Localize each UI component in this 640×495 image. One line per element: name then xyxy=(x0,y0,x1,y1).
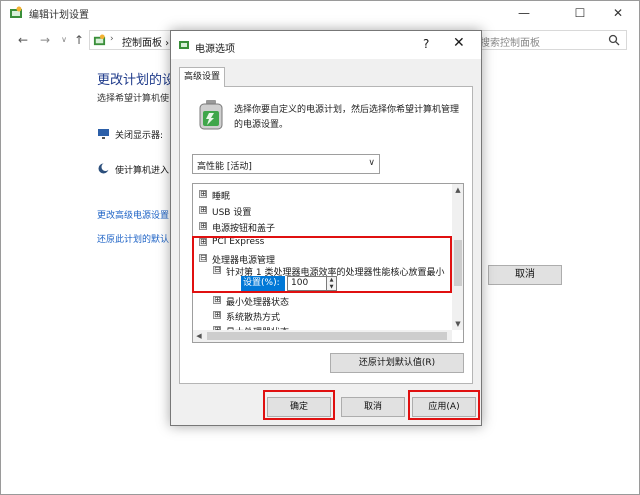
restore-plan-defaults-link[interactable]: 还原此计划的默认 xyxy=(97,232,169,245)
forward-button[interactable]: → xyxy=(37,29,53,51)
help-button[interactable]: ? xyxy=(423,37,429,51)
tree-item-label: 系统散热方式 xyxy=(226,313,281,323)
expand-icon[interactable]: ⊞ xyxy=(199,222,207,230)
vertical-scroll-thumb[interactable] xyxy=(454,240,462,286)
search-input[interactable]: 搜索控制面板 xyxy=(473,30,627,50)
background-cancel-button[interactable]: 取消 xyxy=(488,265,562,285)
restore-plan-defaults-button[interactable]: 还原计划默认值(R) xyxy=(330,353,464,373)
tree-item-label: PCI Express xyxy=(212,237,265,247)
battery-icon xyxy=(199,100,223,130)
control-panel-icon xyxy=(93,34,106,46)
display-icon xyxy=(98,129,109,139)
title-bar: 编辑计划设置 — ☐ ✕ xyxy=(1,1,639,25)
tree-item-label: 睡眠 xyxy=(212,192,231,202)
power-options-icon xyxy=(179,41,189,49)
turn-off-display-label: 关闭显示器: xyxy=(115,131,164,141)
control-panel-icon xyxy=(10,6,22,18)
vertical-scrollbar[interactable]: ▲ ▼ xyxy=(452,184,463,330)
scroll-down-icon[interactable]: ▼ xyxy=(452,318,463,330)
expand-icon[interactable]: ⊞ xyxy=(213,296,221,304)
power-settings-tree[interactable]: ⊞ 睡眠 ⊞ USB 设置 ⊞ 电源按钮和盖子 ⊞ PCI Express ⊟ … xyxy=(192,183,464,343)
window-title: 编辑计划设置 xyxy=(29,10,89,21)
power-plan-select[interactable]: 高性能 [活动] ∨ xyxy=(192,154,380,174)
setting-percent-label: 设置(%): xyxy=(241,276,285,291)
dialog-close-button[interactable]: ✕ xyxy=(453,35,465,51)
search-icon xyxy=(608,34,620,46)
tree-item-label: 最小处理器状态 xyxy=(226,298,290,308)
tab-advanced-settings[interactable]: 高级设置 xyxy=(179,67,225,87)
minimize-button[interactable]: — xyxy=(501,1,547,25)
back-button[interactable]: ← xyxy=(15,29,31,51)
spin-up-icon[interactable]: ▲ xyxy=(327,277,336,284)
sleep-moon-icon xyxy=(98,163,110,174)
ok-button[interactable]: 确定 xyxy=(267,397,331,417)
recent-locations-button[interactable]: ∨ xyxy=(56,29,72,51)
cancel-button[interactable]: 取消 xyxy=(341,397,405,417)
horizontal-scrollbar[interactable]: ◀ xyxy=(193,330,452,342)
dialog-title: 电源选项 xyxy=(195,44,235,55)
collapse-icon[interactable]: ⊟ xyxy=(213,266,221,274)
page-subtitle: 选择希望计算机使 xyxy=(97,94,170,104)
sleep-label: 使计算机进入 xyxy=(115,166,170,176)
power-options-dialog: 电源选项 ? ✕ 高级设置 选择你要自定义的电源计划，然后选择你希望计算机管理的… xyxy=(170,30,482,426)
scroll-left-icon[interactable]: ◀ xyxy=(193,330,205,342)
dialog-title-bar: 电源选项 ? ✕ xyxy=(171,31,481,59)
search-placeholder: 搜索控制面板 xyxy=(480,38,540,49)
expand-icon[interactable]: ⊞ xyxy=(213,311,221,319)
close-button[interactable]: ✕ xyxy=(595,1,640,25)
up-button[interactable]: ↑ xyxy=(71,29,87,51)
change-advanced-power-settings-link[interactable]: 更改高级电源设置 xyxy=(97,208,169,221)
tree-item-label: USB 设置 xyxy=(212,208,252,218)
setting-percent-input[interactable]: 100 xyxy=(287,276,327,291)
expand-icon[interactable]: ⊞ xyxy=(199,238,207,246)
advanced-settings-panel: 选择你要自定义的电源计划，然后选择你希望计算机管理的电源设置。 高性能 [活动]… xyxy=(179,86,473,384)
scroll-up-icon[interactable]: ▲ xyxy=(452,184,463,196)
horizontal-scroll-thumb[interactable] xyxy=(207,332,447,340)
setting-spinner[interactable]: ▲ ▼ xyxy=(327,276,337,291)
expand-icon[interactable]: ⊞ xyxy=(199,190,207,198)
chevron-down-icon: ∨ xyxy=(368,158,375,168)
collapse-icon[interactable]: ⊟ xyxy=(199,254,207,262)
chevron-right-icon: › xyxy=(110,34,114,44)
dialog-description: 选择你要自定义的电源计划，然后选择你希望计算机管理的电源设置。 xyxy=(234,105,460,130)
spin-down-icon[interactable]: ▼ xyxy=(327,284,336,291)
power-plan-selected-value: 高性能 [活动] xyxy=(197,162,252,172)
expand-icon[interactable]: ⊞ xyxy=(199,206,207,214)
apply-button[interactable]: 应用(A) xyxy=(412,397,476,417)
tree-item-label: 电源按钮和盖子 xyxy=(212,224,276,234)
